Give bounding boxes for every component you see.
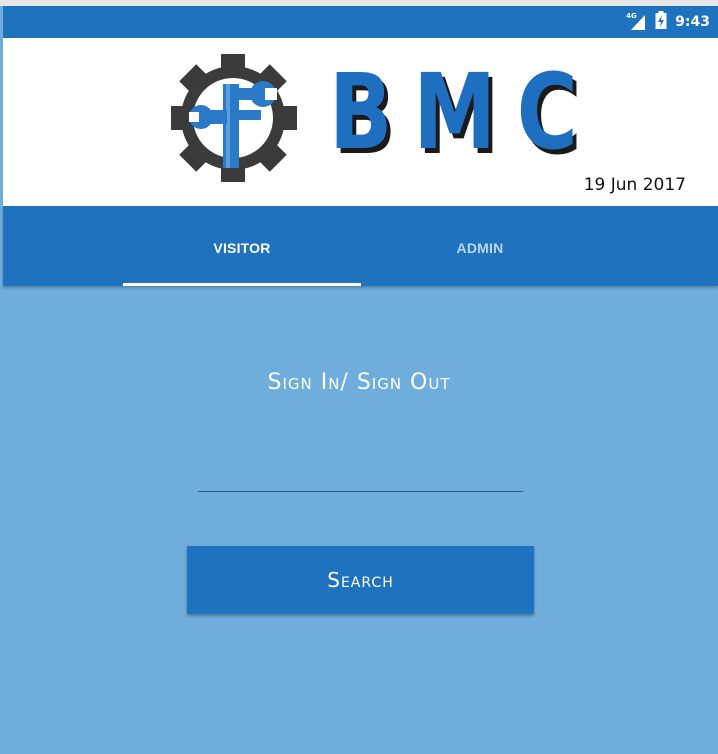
app-header: BMC 19 Jun 2017	[3, 38, 718, 206]
page-title: Sign In/ Sign Out	[267, 370, 451, 395]
current-date: 19 Jun 2017	[583, 175, 686, 195]
bmc-logo: BMC	[169, 52, 578, 182]
signal-icon: 4G	[625, 12, 647, 31]
status-bar: 4G 9:43	[3, 6, 718, 38]
active-tab-indicator	[123, 283, 361, 286]
status-time: 9:43	[675, 14, 710, 30]
search-button[interactable]: Search	[187, 546, 534, 614]
search-input[interactable]	[198, 456, 523, 492]
tab-visitor[interactable]: VISITOR	[123, 206, 361, 286]
tab-bar: VISITOR ADMIN	[3, 206, 718, 286]
network-type-label: 4G	[626, 12, 637, 20]
status-icons: 4G 9:43	[625, 11, 710, 33]
app-screen: 4G 9:43 BMC 19 Jun 2017 VISITOR ADMIN Si…	[0, 6, 718, 754]
battery-charging-icon	[655, 11, 667, 33]
tab-admin[interactable]: ADMIN	[361, 206, 599, 286]
logo-text: BMC	[329, 51, 599, 173]
